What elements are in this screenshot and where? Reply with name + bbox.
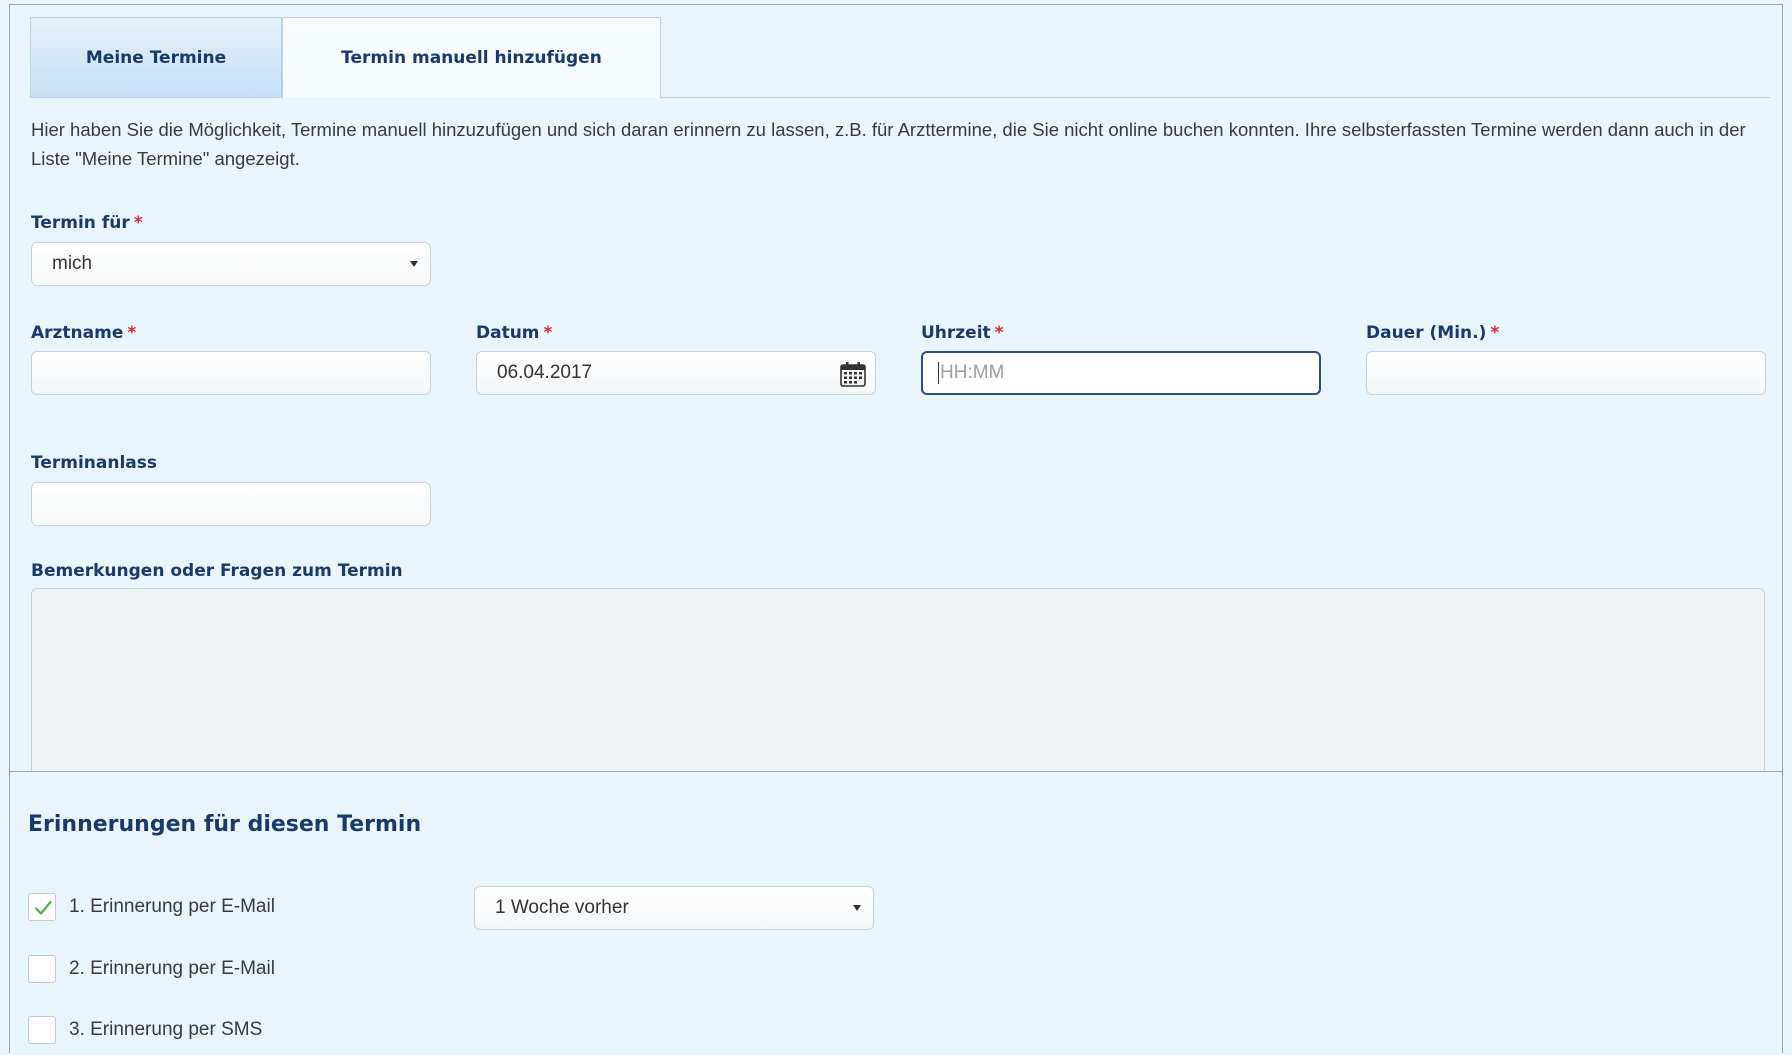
text-cursor: [938, 362, 939, 384]
caret-down-icon: [410, 261, 418, 267]
datum-label-text: Datum: [476, 323, 540, 343]
terminanlass-input[interactable]: [31, 482, 431, 526]
terminanlass-label: Terminanlass: [31, 453, 158, 473]
reminder-2-checkbox[interactable]: [28, 955, 56, 983]
required-mark: *: [1490, 323, 1500, 343]
reminder-2-label: 2. Erinnerung per E-Mail: [69, 958, 275, 979]
reminder-row-2: 2. Erinnerung per E-Mail: [28, 954, 275, 984]
reminder-1-checkbox[interactable]: [28, 893, 56, 921]
uhrzeit-label: Uhrzeit *: [921, 323, 1004, 343]
datum-value: 06.04.2017: [497, 362, 593, 383]
datum-input[interactable]: 06.04.2017: [476, 351, 876, 395]
dauer-label-text: Dauer (Min.): [1366, 323, 1487, 343]
uhrzeit-input[interactable]: HH:MM: [921, 351, 1321, 395]
checkmark-icon: [34, 900, 52, 915]
uhrzeit-label-text: Uhrzeit: [921, 323, 991, 343]
reminders-title: Erinnerungen für diesen Termin: [28, 812, 422, 837]
datum-label: Datum *: [476, 323, 552, 343]
reminder-3-checkbox[interactable]: [28, 1016, 56, 1044]
required-mark: *: [127, 323, 137, 343]
termin-fuer-label: Termin für *: [31, 213, 143, 233]
reminder-1-label: 1. Erinnerung per E-Mail: [69, 896, 275, 917]
caret-down-icon: [853, 905, 861, 911]
termin-fuer-label-text: Termin für: [31, 213, 130, 233]
bemerkungen-label: Bemerkungen oder Fragen zum Termin: [31, 561, 403, 581]
arztname-label: Arztname *: [31, 323, 136, 343]
reminder-3-label: 3. Erinnerung per SMS: [69, 1019, 263, 1040]
required-mark: *: [543, 323, 553, 343]
dauer-label: Dauer (Min.) *: [1366, 323, 1499, 343]
tab-meine-termine[interactable]: Meine Termine: [30, 17, 282, 97]
reminder-1-timing-select[interactable]: 1 Woche vorher: [474, 886, 874, 930]
uhrzeit-placeholder: HH:MM: [940, 362, 1005, 383]
reminders-section: Erinnerungen für diesen Termin 1. Erinne…: [10, 771, 1782, 1055]
arztname-input[interactable]: [31, 351, 431, 395]
termin-fuer-select[interactable]: mich: [31, 242, 431, 286]
reminder-row-3: 3. Erinnerung per SMS: [28, 1015, 262, 1045]
termin-fuer-value: mich: [52, 253, 93, 274]
intro-text: Hier haben Sie die Möglichkeit, Termine …: [31, 119, 1746, 169]
dauer-input[interactable]: [1366, 351, 1766, 395]
reminder-1-timing-value: 1 Woche vorher: [495, 897, 629, 918]
required-mark: *: [994, 323, 1004, 343]
arztname-label-text: Arztname: [31, 323, 124, 343]
tab-bar: Meine Termine Termin manuell hinzufügen: [30, 17, 1770, 98]
bemerkungen-textarea[interactable]: [31, 588, 1765, 771]
reminder-row-1: 1. Erinnerung per E-Mail: [28, 892, 275, 922]
required-mark: *: [133, 213, 143, 233]
calendar-icon[interactable]: [839, 360, 867, 388]
tab-termin-hinzufuegen[interactable]: Termin manuell hinzufügen: [282, 17, 661, 98]
appointment-form-section: Meine Termine Termin manuell hinzufügen …: [10, 5, 1782, 771]
appointment-panel: Meine Termine Termin manuell hinzufügen …: [9, 4, 1783, 1055]
